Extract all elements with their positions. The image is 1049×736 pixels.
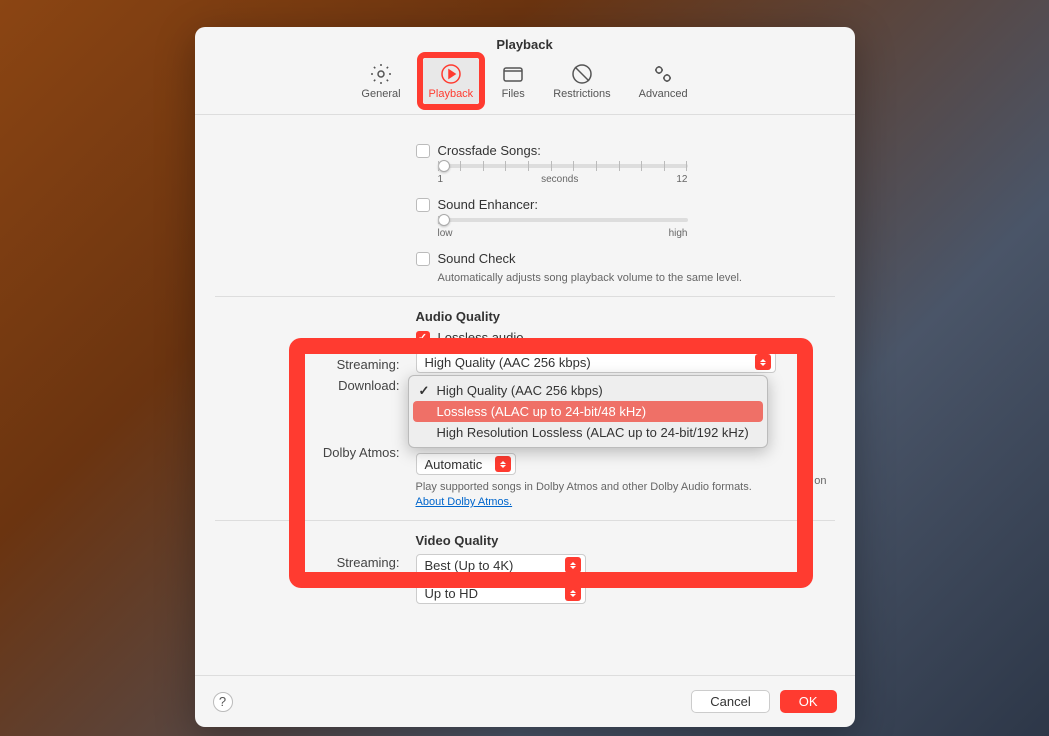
video-streaming-select[interactable]: Best (Up to 4K) bbox=[416, 554, 586, 576]
section-audio-quality: Streaming: Download: Dolby Atmos: Audio … bbox=[215, 296, 835, 516]
section-playback: Crossfade Songs: 1 seconds 12 Sound bbox=[215, 135, 835, 292]
tab-label: Restrictions bbox=[553, 88, 610, 100]
video-download-label: Download: bbox=[320, 576, 400, 591]
download-dropdown: High Quality (AAC 256 kbps) Lossless (AL… bbox=[408, 375, 768, 448]
video-quality-title: Video Quality bbox=[416, 533, 835, 548]
enhancer-slider[interactable] bbox=[438, 218, 688, 222]
tab-advanced[interactable]: Advanced bbox=[633, 58, 694, 104]
dolby-select[interactable]: Automatic bbox=[416, 453, 516, 475]
stepper-icon bbox=[755, 354, 771, 370]
tab-files[interactable]: Files bbox=[495, 58, 531, 104]
tab-restrictions[interactable]: Restrictions bbox=[547, 58, 616, 104]
stepper-icon bbox=[495, 456, 511, 472]
dolby-value: Automatic bbox=[425, 457, 483, 472]
preferences-window: Playback General Playback Files Restrict… bbox=[195, 27, 855, 727]
gears-icon bbox=[651, 62, 675, 86]
dolby-link[interactable]: About Dolby Atmos. bbox=[416, 496, 513, 508]
video-streaming-value: Best (Up to 4K) bbox=[425, 558, 514, 573]
dropdown-option-lossless[interactable]: Lossless (ALAC up to 24-bit/48 kHz) bbox=[413, 401, 763, 422]
dropdown-option-hires-lossless[interactable]: High Resolution Lossless (ALAC up to 24-… bbox=[413, 422, 763, 443]
soundcheck-label: Sound Check bbox=[438, 251, 516, 266]
dropdown-option-high-quality[interactable]: High Quality (AAC 256 kbps) bbox=[413, 380, 763, 401]
dolby-label: Dolby Atmos: bbox=[310, 445, 400, 460]
ok-button[interactable]: OK bbox=[780, 690, 837, 713]
soundcheck-checkbox[interactable] bbox=[416, 252, 430, 266]
tab-label: Playback bbox=[429, 88, 474, 100]
gear-icon bbox=[369, 62, 393, 86]
tab-playback[interactable]: Playback bbox=[423, 58, 480, 104]
download-label: Download: bbox=[320, 378, 400, 393]
streaming-value: High Quality (AAC 256 kbps) bbox=[425, 355, 591, 370]
slider-low: low bbox=[438, 228, 453, 239]
tab-label: Advanced bbox=[639, 88, 688, 100]
stepper-icon bbox=[565, 585, 581, 601]
crossfade-checkbox[interactable] bbox=[416, 144, 430, 158]
crossfade-slider[interactable] bbox=[438, 164, 688, 168]
lossless-checkbox[interactable] bbox=[416, 331, 430, 345]
toolbar-tabs: General Playback Files Restrictions Adva… bbox=[195, 56, 855, 115]
crossfade-label: Crossfade Songs: bbox=[438, 143, 541, 158]
soundcheck-desc: Automatically adjusts song playback volu… bbox=[438, 272, 835, 284]
nosign-icon bbox=[570, 62, 594, 86]
enhancer-label: Sound Enhancer: bbox=[438, 197, 538, 212]
cancel-button[interactable]: Cancel bbox=[691, 690, 769, 713]
help-button[interactable]: ? bbox=[213, 692, 233, 712]
video-download-select[interactable]: Up to HD bbox=[416, 582, 586, 604]
play-icon bbox=[439, 62, 463, 86]
video-streaming-label: Streaming: bbox=[320, 555, 400, 570]
streaming-label: Streaming: bbox=[320, 357, 400, 372]
slider-max: 12 bbox=[676, 174, 687, 185]
audio-quality-title: Audio Quality bbox=[416, 309, 835, 324]
tab-label: Files bbox=[502, 88, 525, 100]
stepper-icon bbox=[565, 557, 581, 573]
slider-unit: seconds bbox=[541, 174, 578, 185]
slider-high: high bbox=[669, 228, 688, 239]
tab-label: General bbox=[361, 88, 400, 100]
streaming-select[interactable]: High Quality (AAC 256 kbps) bbox=[416, 351, 776, 373]
tab-general[interactable]: General bbox=[355, 58, 406, 104]
enhancer-checkbox[interactable] bbox=[416, 198, 430, 212]
footer: ? Cancel OK bbox=[195, 675, 855, 727]
truncated-text: s on bbox=[806, 475, 827, 487]
content-area: Crossfade Songs: 1 seconds 12 Sound bbox=[195, 115, 855, 618]
slider-min: 1 bbox=[438, 174, 444, 185]
dolby-desc: Play supported songs in Dolby Atmos and … bbox=[416, 481, 835, 493]
folder-icon bbox=[501, 62, 525, 86]
section-video-quality: Streaming: Download: Video Quality Best … bbox=[215, 520, 835, 618]
window-title: Playback bbox=[195, 27, 855, 56]
lossless-label: Lossless audio bbox=[438, 330, 524, 345]
video-download-value: Up to HD bbox=[425, 586, 478, 601]
